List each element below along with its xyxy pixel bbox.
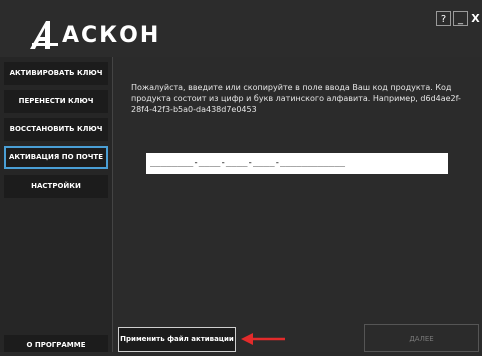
sidebar-item-mail-activation[interactable]: АКТИВАЦИЯ ПО ПОЧТЕ — [4, 146, 108, 169]
sidebar: АКТИВИРОВАТЬ КЛЮЧ ПЕРЕНЕСТИ КЛЮЧ ВОССТАН… — [0, 57, 112, 352]
close-button[interactable]: X — [469, 11, 482, 26]
apply-activation-file-button[interactable]: Применить файл активации — [118, 327, 236, 352]
title-bar: АСКОН ? _ X — [0, 0, 482, 57]
ascon-logo-icon — [30, 21, 58, 49]
product-code-input[interactable]: ________-____-____-____-____________ — [146, 153, 448, 174]
instruction-text: Пожалуйста, введите или скопируйте в пол… — [131, 83, 461, 114]
logo-text: АСКОН — [62, 23, 161, 48]
sidebar-item-settings[interactable]: НАСТРОЙКИ — [4, 175, 108, 198]
sidebar-item-activate-key[interactable]: АКТИВИРОВАТЬ КЛЮЧ — [4, 62, 108, 85]
app-window: АСКОН ? _ X АКТИВИРОВАТЬ КЛЮЧ ПЕРЕНЕСТИ … — [0, 0, 482, 352]
about-button[interactable]: О ПРОГРАММЕ — [4, 335, 108, 352]
next-button[interactable]: ДАЛЕЕ — [364, 324, 479, 352]
red-arrow-icon — [241, 333, 285, 345]
sidebar-item-restore-key[interactable]: ВОССТАНОВИТЬ КЛЮЧ — [4, 118, 108, 141]
sidebar-item-transfer-key[interactable]: ПЕРЕНЕСТИ КЛЮЧ — [4, 90, 108, 113]
minimize-button[interactable]: _ — [453, 11, 468, 26]
help-button[interactable]: ? — [436, 11, 451, 26]
